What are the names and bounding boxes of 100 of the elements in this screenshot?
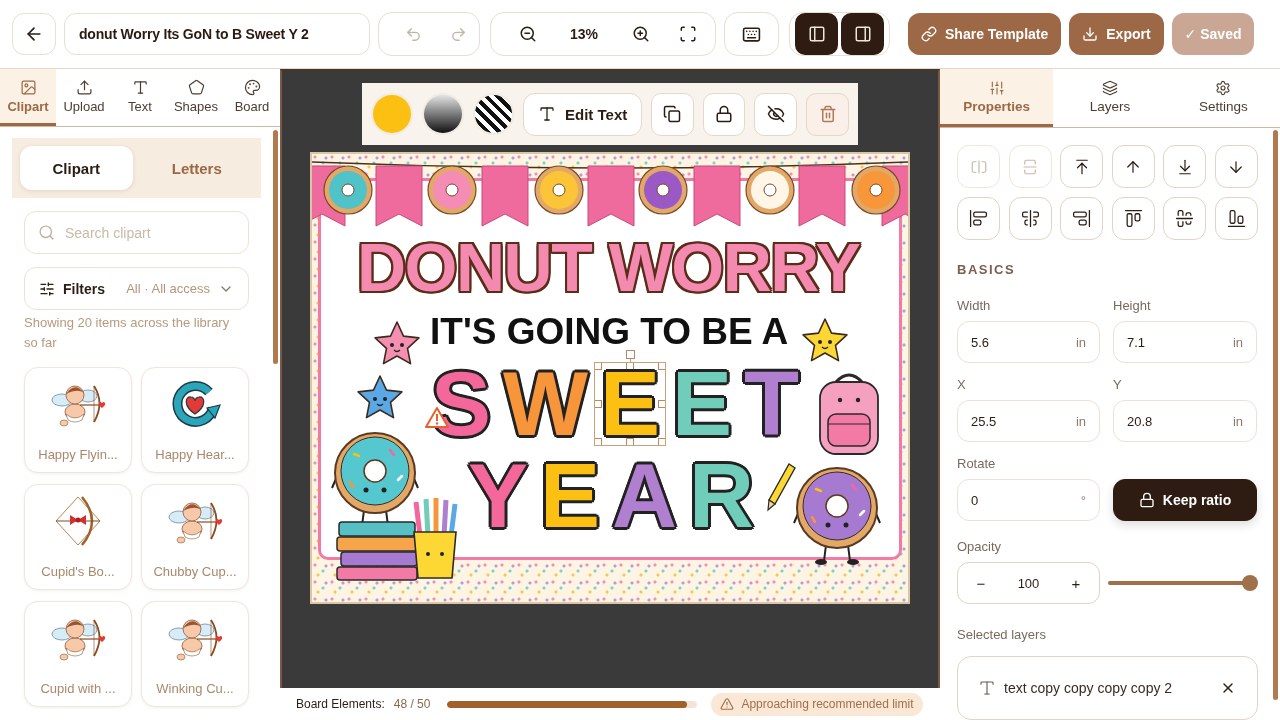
zoom-out-icon [519,25,537,43]
align-left-icon [969,209,988,228]
scrollbar-thumb[interactable] [1273,130,1278,700]
clipart-card[interactable]: Happy Hear... [141,367,249,473]
panel-toggle-button[interactable] [795,13,839,55]
clipart-card[interactable]: Winking Cu... [141,601,249,707]
unit-label: in [1075,334,1086,350]
board-letter[interactable]: T [738,362,806,446]
download-icon [1082,26,1099,42]
selected-layer-card[interactable]: text copy copy copy copy 2 [957,656,1258,720]
export-button[interactable]: Export [1069,13,1164,55]
field-label: X [957,377,966,393]
unit-label: in [1232,334,1243,350]
unit-label: in [1075,413,1086,429]
results-summary: Showing 20 items across the library so far [24,314,231,352]
scan-icon [679,25,698,43]
number-field[interactable]: 25.5 in [957,400,1100,442]
align-button[interactable] [1214,197,1258,240]
align-center-icon [1020,209,1040,228]
rotate-handle[interactable] [625,350,635,362]
sliders-icon [39,280,55,297]
field-label: Width [957,298,991,314]
board-elements-label: Board Elements: [296,697,385,711]
clipart-card[interactable]: Happy Flyin... [24,367,132,473]
clipart-card[interactable]: Chubby Cup... [141,484,249,590]
panel-toggle-button[interactable] [841,13,885,55]
search-field[interactable]: Search clipart [24,211,249,254]
decrease-button[interactable]: − [968,570,994,596]
align-button[interactable] [1008,197,1052,240]
unit-label: in [1232,413,1243,429]
zoom-level: 13% [570,26,599,42]
unit-label: ° [1080,492,1086,508]
arrange-button[interactable] [1111,145,1155,188]
align-button[interactable] [1163,197,1207,240]
duplicate-button[interactable] [650,92,694,136]
keep-ratio-button[interactable]: Keep ratio [1113,479,1257,521]
field-label: Rotate [957,456,996,472]
clipart-card[interactable]: Cupid with ... [24,601,132,707]
slider-thumb[interactable] [1242,575,1258,591]
trash-icon [818,105,837,123]
hide-button[interactable] [754,92,798,136]
arrange-button[interactable] [1060,145,1104,188]
undo-icon [405,25,423,43]
lock-icon [715,105,733,123]
pencil-icon [765,462,797,512]
sliders-icon [988,79,1005,96]
number-field[interactable]: 20.8 in [1113,400,1257,442]
panel-icon [807,25,826,43]
keyboard-icon [742,24,762,44]
element-count: 48 / 50 [393,697,431,711]
align-button[interactable] [1060,197,1104,240]
board-subline: IT'S GOING TO BE A [430,317,789,347]
arrange-button[interactable] [1214,145,1258,188]
text-icon [131,78,149,96]
filters-button[interactable]: Filters All · All access [24,267,249,310]
copy-icon [663,105,682,123]
section-title: BASICS [957,262,1017,278]
link-icon [921,26,938,42]
opacity-slider[interactable] [1108,575,1258,591]
settings-icon [1215,79,1232,96]
panel-icon [853,25,872,43]
text-icon [978,679,996,697]
text-icon [538,105,556,123]
align-middle-icon [1175,209,1195,228]
back-button[interactable] [12,13,56,55]
segment-tab[interactable]: Clipart [20,146,133,190]
opacity-value: 100 [1017,575,1040,591]
redo-icon [449,25,467,43]
number-field[interactable]: 5.6 in [957,321,1100,363]
image-icon [19,78,37,96]
align-button[interactable] [1111,197,1155,240]
increase-button[interactable]: + [1063,570,1089,596]
gradient-swatch[interactable] [421,93,464,135]
scrollbar-thumb[interactable] [273,130,278,364]
title-field[interactable]: donut Worry Its GoN to B Sweet Y 2 [64,13,370,55]
field-label: Y [1113,377,1122,393]
keyboard-button[interactable] [724,12,780,56]
panel-tab[interactable]: Properties [940,69,1054,127]
delete-button[interactable] [806,92,849,136]
field-label: Opacity [957,539,1002,555]
arrange-button[interactable] [1163,145,1207,188]
clipart-card[interactable]: Cupid's Bo... [24,484,132,590]
edit-text-button[interactable]: Edit Text [523,92,642,136]
color-swatch[interactable] [371,93,413,135]
field-label: Selected layers [957,627,1046,643]
number-field[interactable]: 7.1 in [1113,321,1257,363]
share-template-button[interactable]: Share Template [908,13,1062,55]
segment-tab[interactable]: Letters [140,146,253,190]
align-bottom-icon [1226,209,1246,228]
align-right-icon [1072,209,1092,228]
align-button[interactable] [957,197,1000,240]
upload-icon [75,78,93,96]
panel-tab[interactable]: Clipart [0,69,56,126]
filter-value: All · All access [126,281,210,296]
field-label: Height [1113,298,1151,314]
board-letter[interactable]: A [606,454,684,538]
number-field[interactable]: 0 ° [957,479,1100,521]
palette-icon [243,78,261,96]
lock-button[interactable] [702,92,746,136]
board-letter[interactable]: Y [462,454,535,538]
